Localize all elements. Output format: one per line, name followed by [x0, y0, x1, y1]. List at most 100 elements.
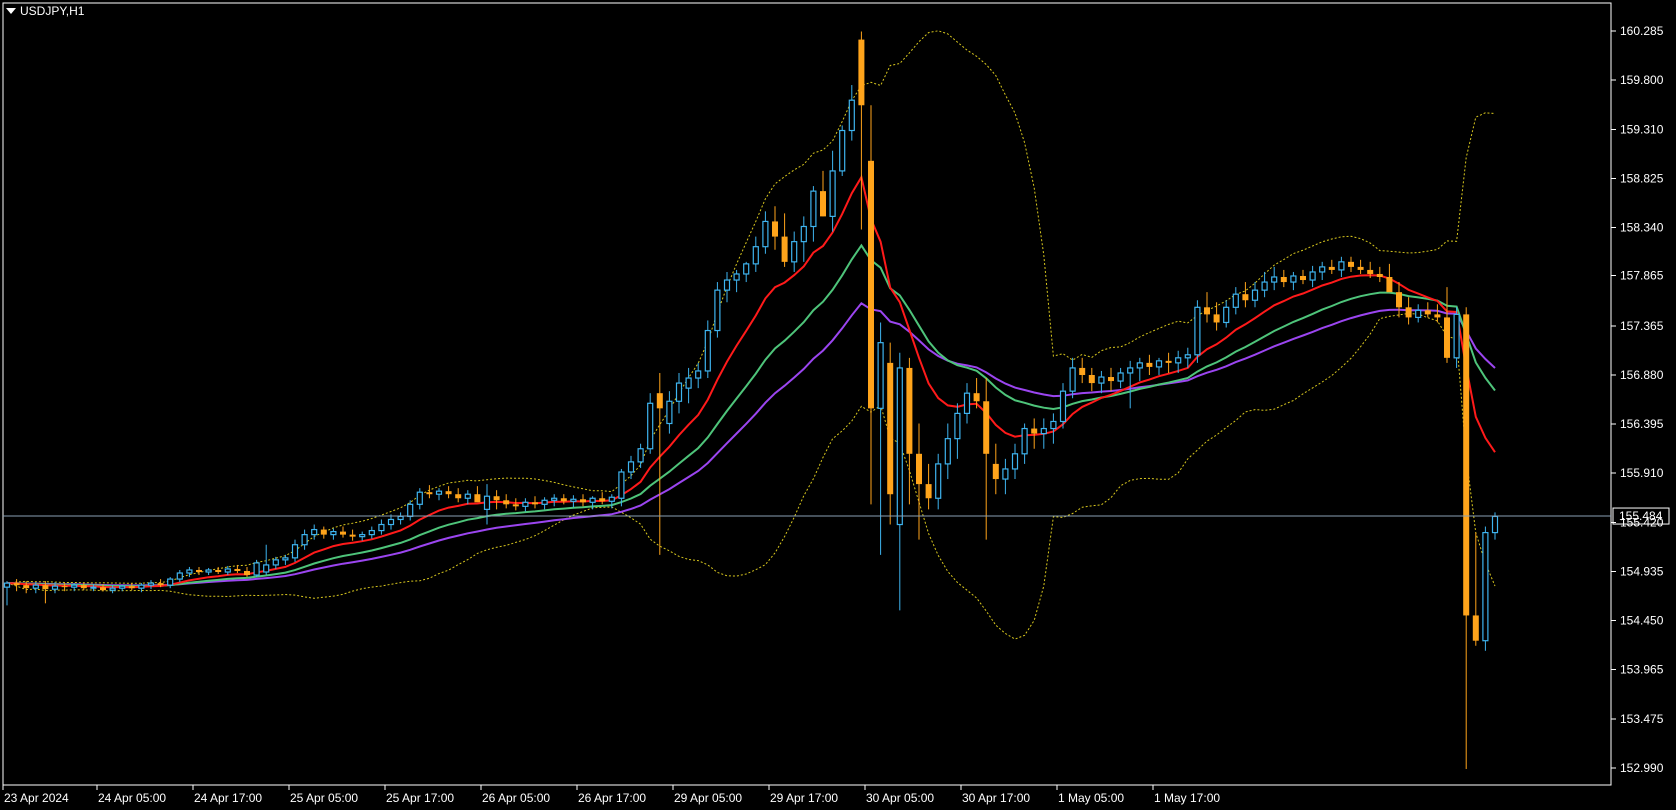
price-axis: 160.285 159.800 159.310 158.825 158.340 157.8… — [1611, 24, 1664, 775]
candle-body — [1453, 313, 1460, 359]
candle-body — [397, 515, 404, 521]
candle-body — [695, 370, 702, 379]
time-tick-label: 26 Apr 05:00 — [482, 791, 550, 805]
candle-body — [1040, 427, 1047, 435]
candle-body — [80, 585, 87, 589]
candle-body — [608, 496, 615, 502]
candle-body — [1444, 317, 1450, 358]
price-tick-label: 158.825 — [1620, 172, 1664, 186]
candle-body — [205, 569, 212, 573]
time-tick-label: 25 Apr 17:00 — [386, 791, 454, 805]
candle-body — [291, 544, 299, 559]
candle — [1194, 300, 1201, 363]
time-tick-label: 26 Apr 17:00 — [578, 791, 646, 805]
candle-body — [445, 491, 452, 495]
candle-body — [1300, 275, 1306, 281]
candle-body — [743, 263, 750, 275]
candle-body — [32, 584, 39, 589]
candle-body — [167, 578, 174, 586]
candle-body — [916, 453, 922, 485]
candle-body — [109, 587, 116, 591]
candle-body — [435, 490, 443, 495]
candle-body — [714, 289, 721, 332]
candle-body — [1405, 307, 1412, 318]
candle-body — [483, 495, 491, 510]
candle-body — [474, 494, 481, 503]
time-tick-label: 30 Apr 17:00 — [962, 791, 1030, 805]
candle-body — [1175, 357, 1182, 364]
candle-body — [992, 463, 999, 480]
candle-body — [1328, 266, 1335, 270]
candle-body — [244, 570, 250, 576]
candle-body — [944, 438, 951, 465]
time-axis: 23 Apr 2024 24 Apr 05:00 24 Apr 17:00 25 Ap… — [2, 785, 1220, 805]
candle-body — [13, 583, 20, 586]
price-tick-label: 155.910 — [1620, 466, 1664, 480]
candle-body — [675, 382, 683, 402]
candlestick-chart[interactable]: 155.484 160.285159.800159.310158.825158.… — [0, 0, 1676, 810]
time-tick-label: 29 Apr 17:00 — [770, 791, 838, 805]
candle-body — [1424, 310, 1431, 315]
candle-body — [51, 585, 59, 590]
price-tick-label: 160.285 — [1620, 24, 1664, 38]
price-tick-label: 153.965 — [1620, 662, 1664, 676]
candle-body — [1098, 376, 1105, 384]
candle-body — [1117, 372, 1124, 382]
candle-body — [224, 568, 231, 573]
candle-body — [1472, 615, 1479, 641]
price-tick-label: 152.990 — [1620, 761, 1664, 775]
candle-body — [791, 241, 798, 263]
candle-body — [896, 367, 903, 526]
candle-body — [954, 412, 961, 440]
candle-body — [455, 494, 462, 499]
candle-body — [1434, 314, 1441, 318]
symbol-dropdown[interactable]: USDJPY,H1 — [6, 4, 84, 18]
time-tick-label: 24 Apr 05:00 — [98, 791, 166, 805]
candle-body — [138, 584, 145, 589]
price-tick-label: 159.800 — [1620, 73, 1664, 87]
candle-body — [983, 401, 990, 454]
candle-body — [887, 362, 894, 495]
candle-body — [820, 191, 826, 217]
candle-body — [666, 400, 673, 425]
time-tick-label: 30 Apr 05:00 — [866, 791, 934, 805]
candle-body — [1136, 362, 1143, 369]
candle — [714, 282, 721, 338]
candle-body — [301, 534, 308, 546]
candle-body — [359, 534, 366, 538]
candle-body — [733, 273, 740, 281]
candle-body — [1213, 314, 1220, 323]
time-tick-label: 1 May 05:00 — [1058, 791, 1124, 805]
price-tick-label: 153.475 — [1620, 712, 1664, 726]
candle-body — [906, 367, 913, 454]
candle-body — [330, 530, 337, 536]
candle-body — [762, 220, 769, 248]
candle-body — [685, 377, 692, 389]
price-tick-label: 156.395 — [1620, 417, 1664, 431]
candle-body — [253, 562, 260, 576]
candle-body — [656, 393, 663, 409]
price-tick-label: 154.935 — [1620, 565, 1664, 579]
price-tick-label: 159.310 — [1620, 123, 1664, 137]
candle-body — [1165, 360, 1172, 363]
candle-body — [1386, 277, 1393, 293]
candle-body — [1357, 266, 1364, 270]
candle-body — [551, 497, 558, 501]
time-tick-label: 29 Apr 05:00 — [674, 791, 742, 805]
candle-body — [1108, 377, 1114, 382]
candle-body — [215, 569, 222, 573]
candle-body — [311, 528, 318, 536]
price-tick-label: 154.450 — [1620, 613, 1664, 627]
candle-body — [599, 498, 606, 502]
time-tick-label: 25 Apr 05:00 — [290, 791, 358, 805]
candle-body — [512, 504, 519, 507]
candle-body — [176, 572, 183, 580]
candle-body — [1338, 261, 1345, 271]
candle-body — [1367, 269, 1374, 274]
candle-body — [1251, 289, 1259, 301]
candle-body — [1396, 292, 1402, 308]
chevron-down-icon — [6, 8, 16, 14]
candle-body — [1155, 360, 1163, 368]
candle-body — [1491, 515, 1499, 534]
candle-body — [387, 518, 395, 526]
